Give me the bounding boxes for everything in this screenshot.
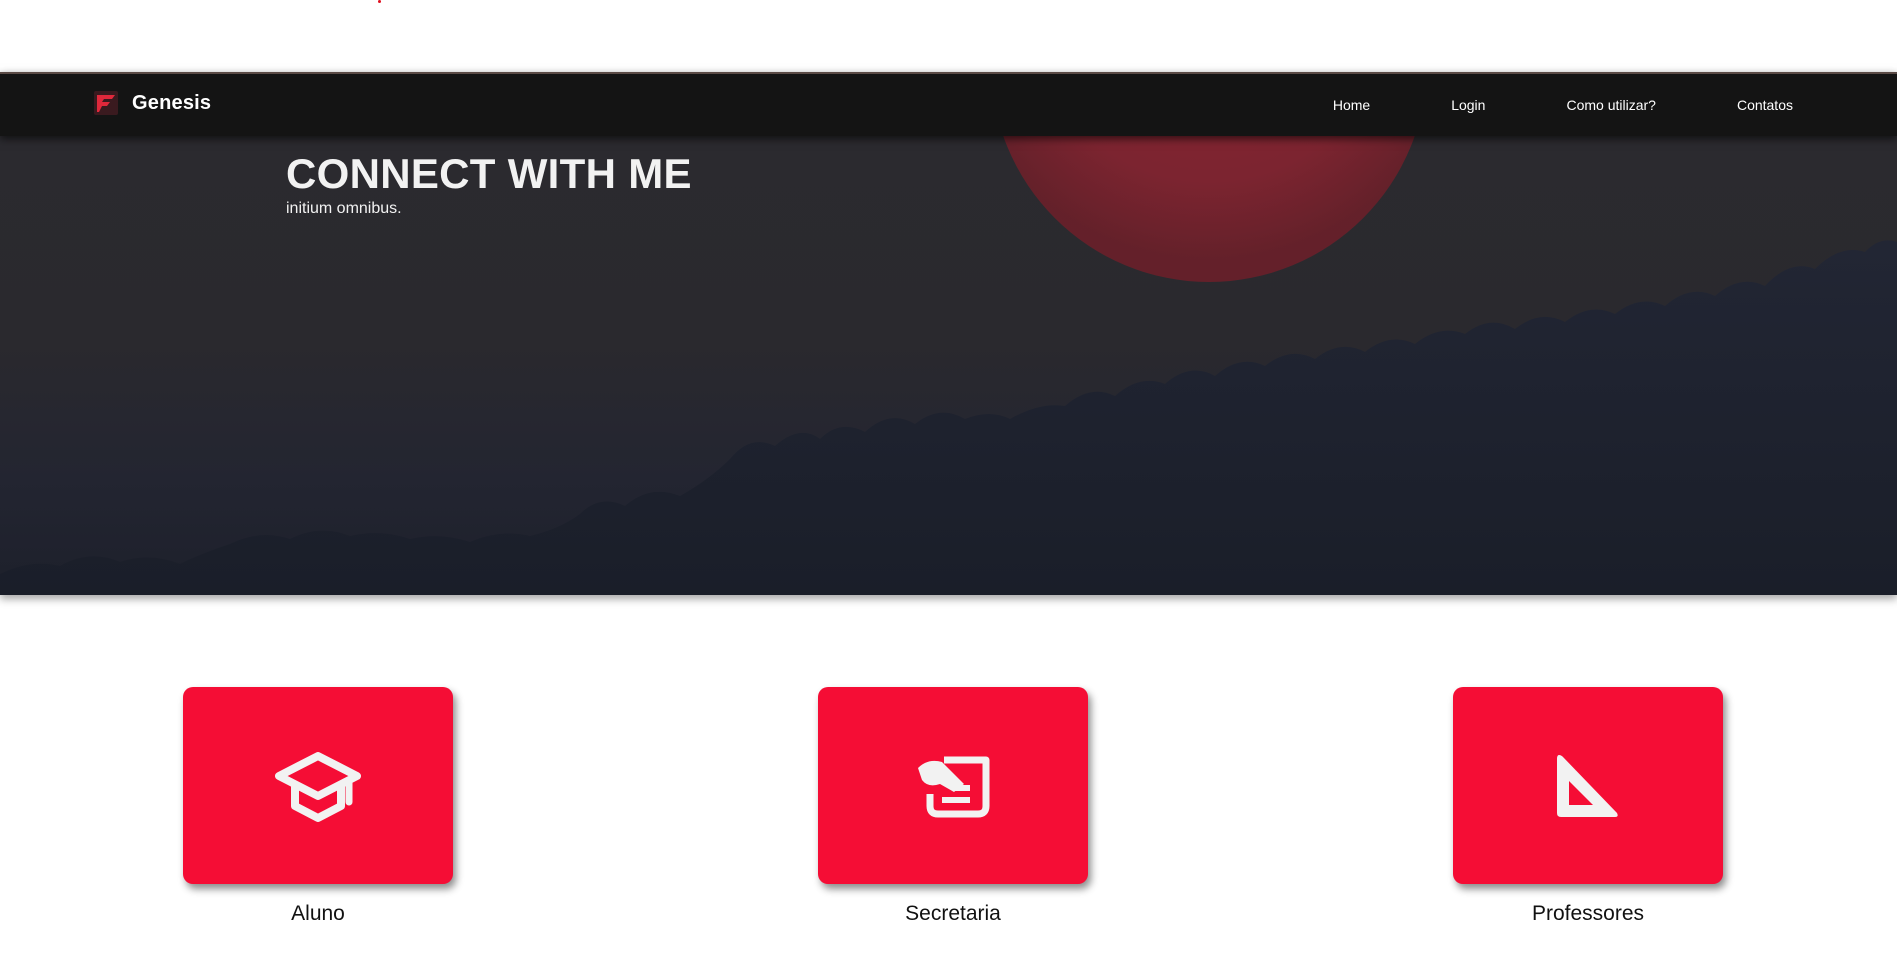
card-professores: Professores	[1453, 687, 1723, 926]
nav-links: Home Login Como utilizar? Contatos	[1252, 74, 1793, 136]
decorative-dot	[378, 0, 381, 3]
hero-banner: CONNECT WITH ME initium omnibus.	[0, 134, 1897, 595]
navbar: Genesis Home Login Como utilizar? Contat…	[0, 72, 1897, 136]
hero-subtitle: initium omnibus.	[286, 200, 402, 217]
professores-button[interactable]	[1453, 687, 1723, 884]
aluno-button[interactable]	[183, 687, 453, 884]
nav-link-login[interactable]: Login	[1451, 97, 1485, 113]
set-square-ruler-icon	[1557, 754, 1618, 817]
brand[interactable]: Genesis	[94, 91, 211, 115]
hero-title: CONNECT WITH ME	[286, 150, 692, 197]
card-label-professores: Professores	[1531, 902, 1645, 925]
card-label-secretaria: Secretaria	[905, 902, 1001, 925]
graduation-cap-icon	[275, 751, 361, 822]
nav-link-como-utilizar[interactable]: Como utilizar?	[1566, 97, 1655, 113]
page: Genesis Home Login Como utilizar? Contat…	[0, 0, 1897, 980]
scroll-document-icon	[918, 756, 990, 817]
card-secretaria: Secretaria	[818, 687, 1088, 926]
card-label-aluno: Aluno	[291, 902, 345, 925]
brand-name: Genesis	[132, 91, 212, 114]
flag-logo-icon	[94, 91, 118, 115]
secretaria-button[interactable]	[818, 687, 1088, 884]
hero-background-image	[0, 134, 1897, 595]
nav-link-contatos[interactable]: Contatos	[1737, 97, 1793, 113]
nav-link-home[interactable]: Home	[1333, 97, 1370, 113]
card-aluno: Aluno	[183, 687, 453, 926]
